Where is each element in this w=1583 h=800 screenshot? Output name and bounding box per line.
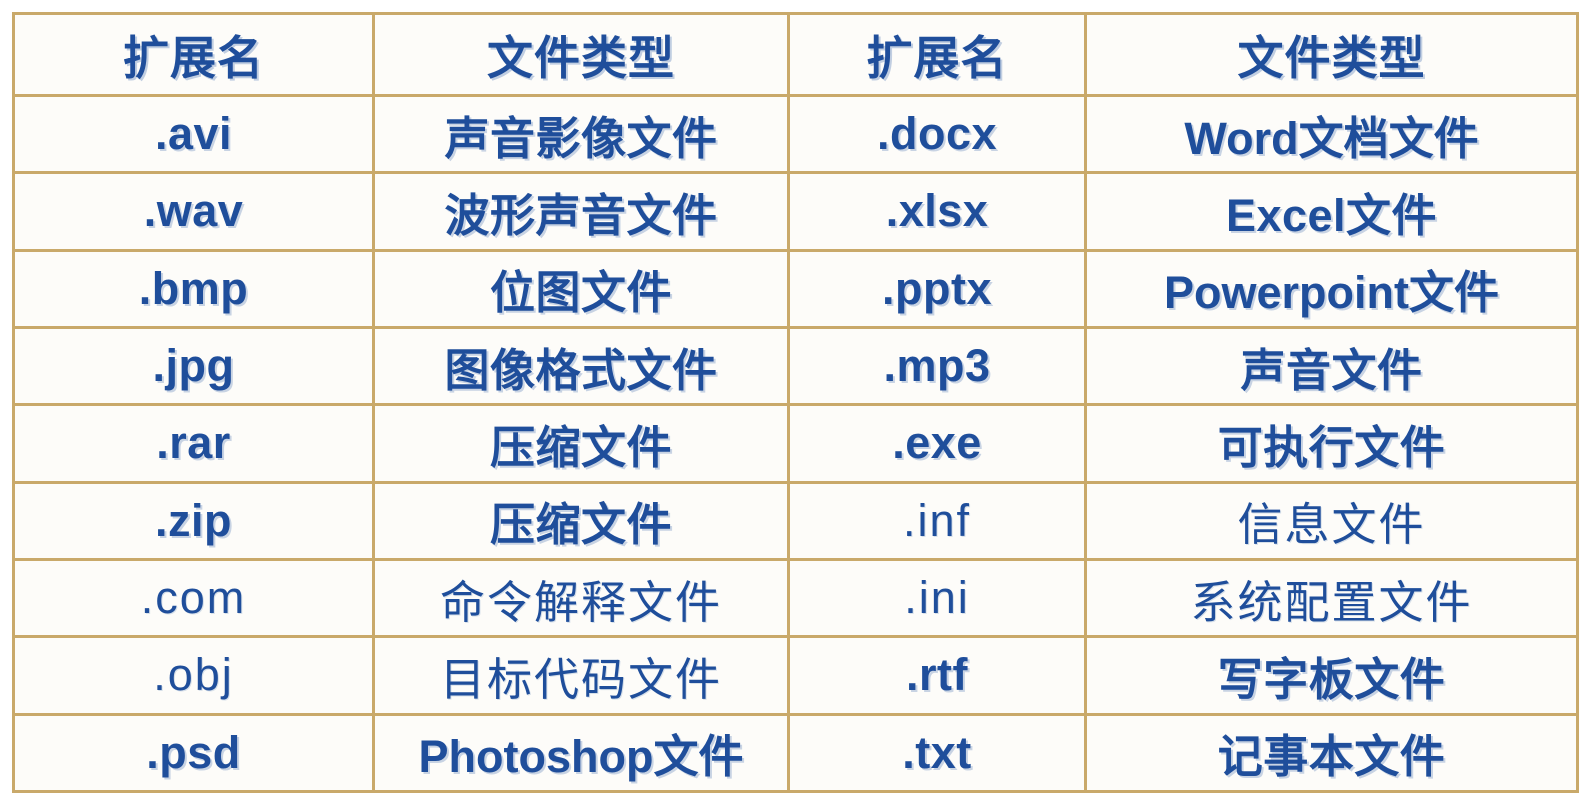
table-row: .avi 声音影像文件 .docx Word文档文件 <box>12 93 1579 175</box>
table-row: .com 命令解释文件 .ini 系统配置文件 <box>12 557 1579 639</box>
cell-filetype-left: 命令解释文件 <box>372 557 790 639</box>
table-header: 扩展名 文件类型 扩展名 文件类型 <box>12 12 1579 97</box>
cell-filetype-left: 目标代码文件 <box>372 635 790 716</box>
cell-filetype-right: 写字板文件 <box>1084 635 1579 716</box>
table-row: .zip 压缩文件 .inf 信息文件 <box>12 480 1579 561</box>
table-body: .avi 声音影像文件 .docx Word文档文件 .wav 波形声音文件 .… <box>12 93 1579 794</box>
header-cell-extension-left: 扩展名 <box>12 12 375 97</box>
cell-extension-left: .zip <box>12 480 375 561</box>
table-row: .bmp 位图文件 .pptx Powerpoint文件 <box>12 248 1579 329</box>
table-row: .rar 压缩文件 .exe 可执行文件 <box>12 403 1579 484</box>
cell-extension-right: .txt <box>787 712 1087 794</box>
cell-filetype-right: 可执行文件 <box>1084 403 1579 484</box>
table-row: .wav 波形声音文件 .xlsx Excel文件 <box>12 171 1579 252</box>
cell-extension-left: .avi <box>12 93 375 175</box>
cell-filetype-right: Excel文件 <box>1084 171 1579 252</box>
cell-filetype-right: 声音文件 <box>1084 325 1579 407</box>
cell-extension-left: .jpg <box>12 325 375 407</box>
cell-filetype-left: Photoshop文件 <box>372 712 790 794</box>
cell-filetype-left: 波形声音文件 <box>372 171 790 252</box>
cell-filetype-right: 系统配置文件 <box>1084 557 1579 639</box>
cell-filetype-right: 信息文件 <box>1084 480 1579 561</box>
cell-filetype-right: 记事本文件 <box>1084 712 1579 794</box>
cell-extension-left: .wav <box>12 171 375 252</box>
header-row: 扩展名 文件类型 扩展名 文件类型 <box>12 12 1579 97</box>
cell-extension-right: .pptx <box>787 248 1087 329</box>
cell-extension-right: .inf <box>787 480 1087 561</box>
file-extension-table: 扩展名 文件类型 扩展名 文件类型 .avi 声音影像文件 .docx Word… <box>12 12 1579 794</box>
cell-extension-right: .mp3 <box>787 325 1087 407</box>
cell-extension-left: .rar <box>12 403 375 484</box>
header-cell-filetype-right: 文件类型 <box>1084 12 1579 97</box>
cell-filetype-right: Powerpoint文件 <box>1084 248 1579 329</box>
cell-extension-left: .com <box>12 557 375 639</box>
cell-extension-left: .obj <box>12 635 375 716</box>
cell-filetype-left: 图像格式文件 <box>372 325 790 407</box>
cell-extension-right: .rtf <box>787 635 1087 716</box>
cell-filetype-right: Word文档文件 <box>1084 93 1579 175</box>
cell-filetype-left: 位图文件 <box>372 248 790 329</box>
cell-filetype-left: 压缩文件 <box>372 403 790 484</box>
cell-filetype-left: 压缩文件 <box>372 480 790 561</box>
header-cell-extension-right: 扩展名 <box>787 12 1087 97</box>
cell-extension-left: .psd <box>12 712 375 794</box>
cell-filetype-left: 声音影像文件 <box>372 93 790 175</box>
cell-extension-right: .xlsx <box>787 171 1087 252</box>
header-cell-filetype-left: 文件类型 <box>372 12 790 97</box>
table-row: .obj 目标代码文件 .rtf 写字板文件 <box>12 635 1579 716</box>
cell-extension-left: .bmp <box>12 248 375 329</box>
table-row: .jpg 图像格式文件 .mp3 声音文件 <box>12 325 1579 407</box>
screenshot-canvas: 扩展名 文件类型 扩展名 文件类型 .avi 声音影像文件 .docx Word… <box>0 0 1583 800</box>
cell-extension-right: .ini <box>787 557 1087 639</box>
cell-extension-right: .exe <box>787 403 1087 484</box>
cell-extension-right: .docx <box>787 93 1087 175</box>
table-row: .psd Photoshop文件 .txt 记事本文件 <box>12 712 1579 794</box>
